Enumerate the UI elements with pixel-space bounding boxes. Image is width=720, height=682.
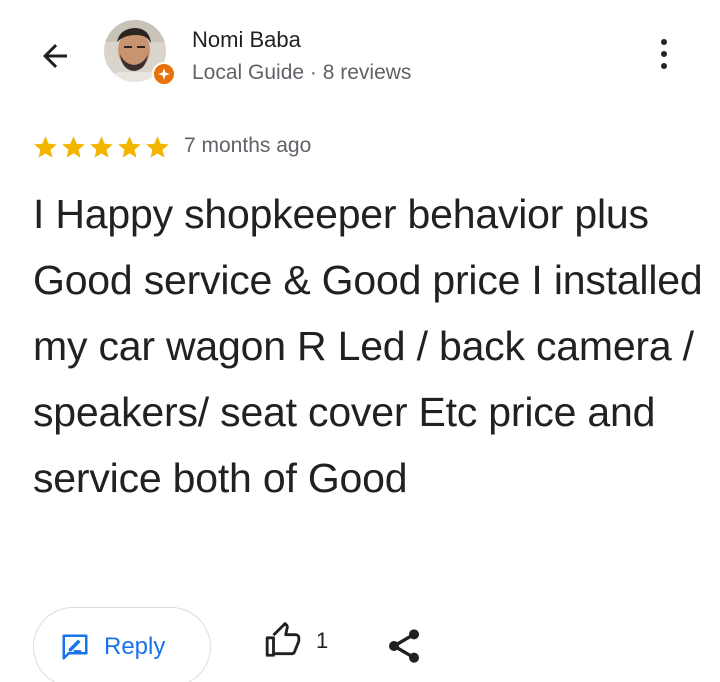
- star-icon: [62, 136, 85, 158]
- reply-label: Reply: [104, 633, 166, 660]
- back-button[interactable]: [34, 36, 76, 76]
- back-arrow-icon: [43, 44, 67, 68]
- star-rating: [32, 134, 171, 161]
- more-options-button[interactable]: [648, 34, 680, 74]
- star-icon: [146, 136, 169, 158]
- thumb-up-icon: [265, 622, 301, 657]
- share-icon: [389, 629, 419, 663]
- avatar[interactable]: [104, 20, 176, 86]
- like-button[interactable]: 1: [264, 622, 328, 660]
- review-text: I Happy shopkeeper behavior plus Good se…: [33, 191, 703, 501]
- author-meta: Local Guide · 8 reviews: [192, 61, 412, 84]
- like-count: 1: [316, 628, 329, 653]
- share-button[interactable]: [384, 626, 424, 666]
- reply-button[interactable]: Reply: [33, 607, 211, 682]
- more-vert-icon: [661, 39, 667, 45]
- author-name[interactable]: Nomi Baba: [192, 27, 301, 53]
- star-icon: [90, 136, 113, 158]
- local-guide-badge-icon: [152, 62, 176, 86]
- reply-icon: [62, 634, 88, 660]
- review-date: 7 months ago: [184, 134, 312, 157]
- star-icon: [34, 136, 57, 158]
- star-icon: [118, 136, 141, 158]
